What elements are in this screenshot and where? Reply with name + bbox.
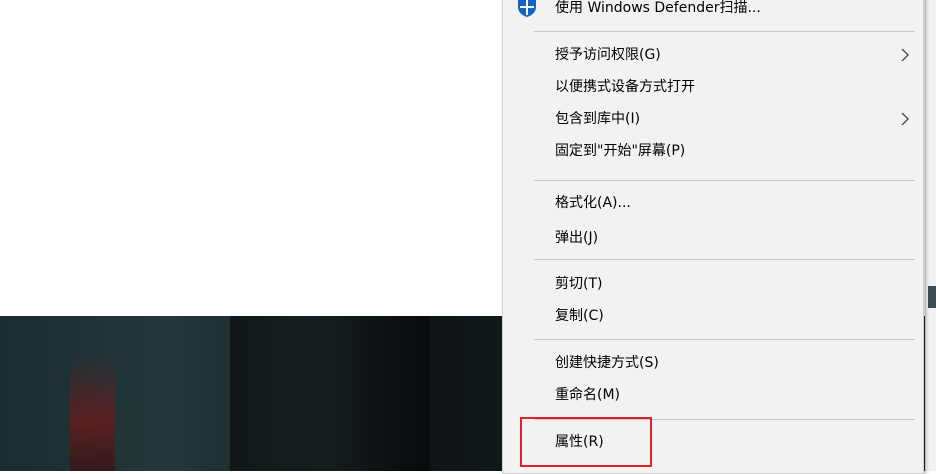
menu-item-copy[interactable]: 复制(C) xyxy=(503,303,923,329)
menu-item-label: 剪切(T) xyxy=(555,276,603,292)
menu-item-label: 固定到"开始"屏幕(P) xyxy=(555,143,686,159)
menu-item-format[interactable]: 格式化(A)... xyxy=(503,190,923,216)
menu-separator xyxy=(534,180,915,181)
menu-item-label: 授予访问权限(G) xyxy=(555,47,661,63)
background-window-edge xyxy=(925,0,936,471)
menu-item-defender-scan[interactable]: 使用 Windows Defender扫描... xyxy=(503,0,923,21)
context-menu: 使用 Windows Defender扫描... 授予访问权限(G) 以便携式设… xyxy=(502,0,924,474)
menu-item-cut[interactable]: 剪切(T) xyxy=(503,271,923,297)
menu-item-label: 弹出(J) xyxy=(555,230,599,246)
menu-separator xyxy=(534,339,915,340)
menu-item-label: 复制(C) xyxy=(555,308,604,324)
menu-item-include-library[interactable]: 包含到库中(I) xyxy=(503,106,923,132)
menu-item-rename[interactable]: 重命名(M) xyxy=(503,382,923,408)
menu-item-grant-access[interactable]: 授予访问权限(G) xyxy=(503,42,923,68)
menu-item-eject[interactable]: 弹出(J) xyxy=(503,225,923,251)
menu-item-label: 重命名(M) xyxy=(555,387,621,403)
menu-item-create-shortcut[interactable]: 创建快捷方式(S) xyxy=(503,350,923,376)
menu-item-label: 包含到库中(I) xyxy=(555,111,641,127)
chevron-right-icon xyxy=(901,113,909,125)
menu-item-label: 格式化(A)... xyxy=(555,195,631,211)
menu-item-label: 使用 Windows Defender扫描... xyxy=(555,0,761,16)
menu-separator xyxy=(534,259,915,260)
chevron-right-icon xyxy=(901,49,909,61)
windows-defender-shield-icon xyxy=(518,0,536,17)
menu-item-pin-start[interactable]: 固定到"开始"屏幕(P) xyxy=(503,138,923,164)
window-edge-mark xyxy=(928,286,936,308)
highlight-annotation-box xyxy=(520,417,652,467)
menu-item-open-portable[interactable]: 以便携式设备方式打开 xyxy=(503,74,923,100)
menu-item-label: 以便携式设备方式打开 xyxy=(555,79,695,95)
menu-separator xyxy=(534,31,915,32)
menu-item-label: 创建快捷方式(S) xyxy=(555,355,659,371)
